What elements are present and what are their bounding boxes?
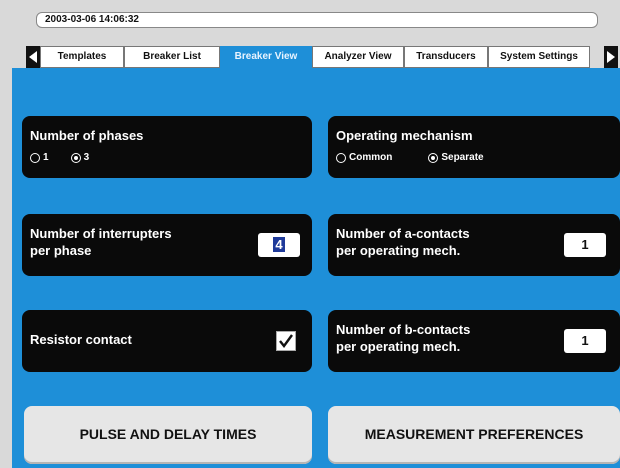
phases-title: Number of phases xyxy=(30,128,144,143)
operating-mechanism-panel: Operating mechanism Common Separate xyxy=(328,116,620,178)
tab-templates[interactable]: Templates xyxy=(40,46,124,68)
mechanism-common-label: Common xyxy=(349,152,393,163)
checkmark-icon xyxy=(279,334,293,348)
phase-1-radio[interactable] xyxy=(30,152,40,163)
resistor-title: Resistor contact xyxy=(30,332,132,347)
b-contacts-title-line1: Number of b-contacts xyxy=(336,322,471,337)
interrupters-panel: Number of interrupters per phase 4 xyxy=(22,214,312,276)
a-contacts-title-line2: per operating mech. xyxy=(336,243,461,258)
phases-options: 1 3 xyxy=(30,152,89,163)
pulse-delay-times-button[interactable]: PULSE AND DELAY TIMES xyxy=(24,406,312,464)
tab-breaker-list[interactable]: Breaker List xyxy=(124,46,220,68)
phase-1-label: 1 xyxy=(43,152,49,163)
tab-analyzer-view[interactable]: Analyzer View xyxy=(312,46,404,68)
tab-scroll-right-button[interactable] xyxy=(604,46,618,68)
b-contacts-input[interactable]: 1 xyxy=(564,329,606,353)
b-contacts-panel: Number of b-contacts per operating mech.… xyxy=(328,310,620,372)
phase-3-label: 3 xyxy=(83,152,90,163)
interrupters-title-line2: per phase xyxy=(30,243,92,258)
resistor-panel: Resistor contact xyxy=(22,310,312,372)
operating-mechanism-options: Common Separate xyxy=(336,152,484,163)
tab-breaker-view[interactable]: Breaker View xyxy=(220,46,312,70)
mechanism-separate-radio[interactable] xyxy=(428,152,439,163)
a-contacts-input[interactable]: 1 xyxy=(564,233,606,257)
measurement-preferences-button[interactable]: MEASUREMENT PREFERENCES xyxy=(328,406,620,464)
tab-bar: Templates Breaker List Breaker View Anal… xyxy=(26,46,604,70)
phases-panel: Number of phases 1 3 xyxy=(22,116,312,178)
interrupters-title-line1: Number of interrupters xyxy=(30,226,172,241)
app-frame: 2003-03-06 14:06:32 Templates Breaker Li… xyxy=(0,0,620,468)
interrupters-value: 4 xyxy=(273,237,285,252)
resistor-checkbox[interactable] xyxy=(276,331,296,351)
operating-mechanism-title: Operating mechanism xyxy=(336,128,473,143)
datetime-display: 2003-03-06 14:06:32 xyxy=(36,12,598,28)
b-contacts-title-line2: per operating mech. xyxy=(336,339,461,354)
a-contacts-panel: Number of a-contacts per operating mech.… xyxy=(328,214,620,276)
a-contacts-title-line1: Number of a-contacts xyxy=(336,226,470,241)
arrow-right-icon xyxy=(607,51,615,63)
mechanism-separate-label: Separate xyxy=(441,152,484,163)
phase-3-radio[interactable] xyxy=(70,152,81,163)
tab-transducers[interactable]: Transducers xyxy=(404,46,488,68)
mechanism-common-radio[interactable] xyxy=(336,152,346,163)
tab-system-settings[interactable]: System Settings xyxy=(488,46,590,68)
breaker-view-content: Number of phases 1 3 Operating mechanism… xyxy=(12,68,620,468)
interrupters-input[interactable]: 4 xyxy=(258,233,300,257)
